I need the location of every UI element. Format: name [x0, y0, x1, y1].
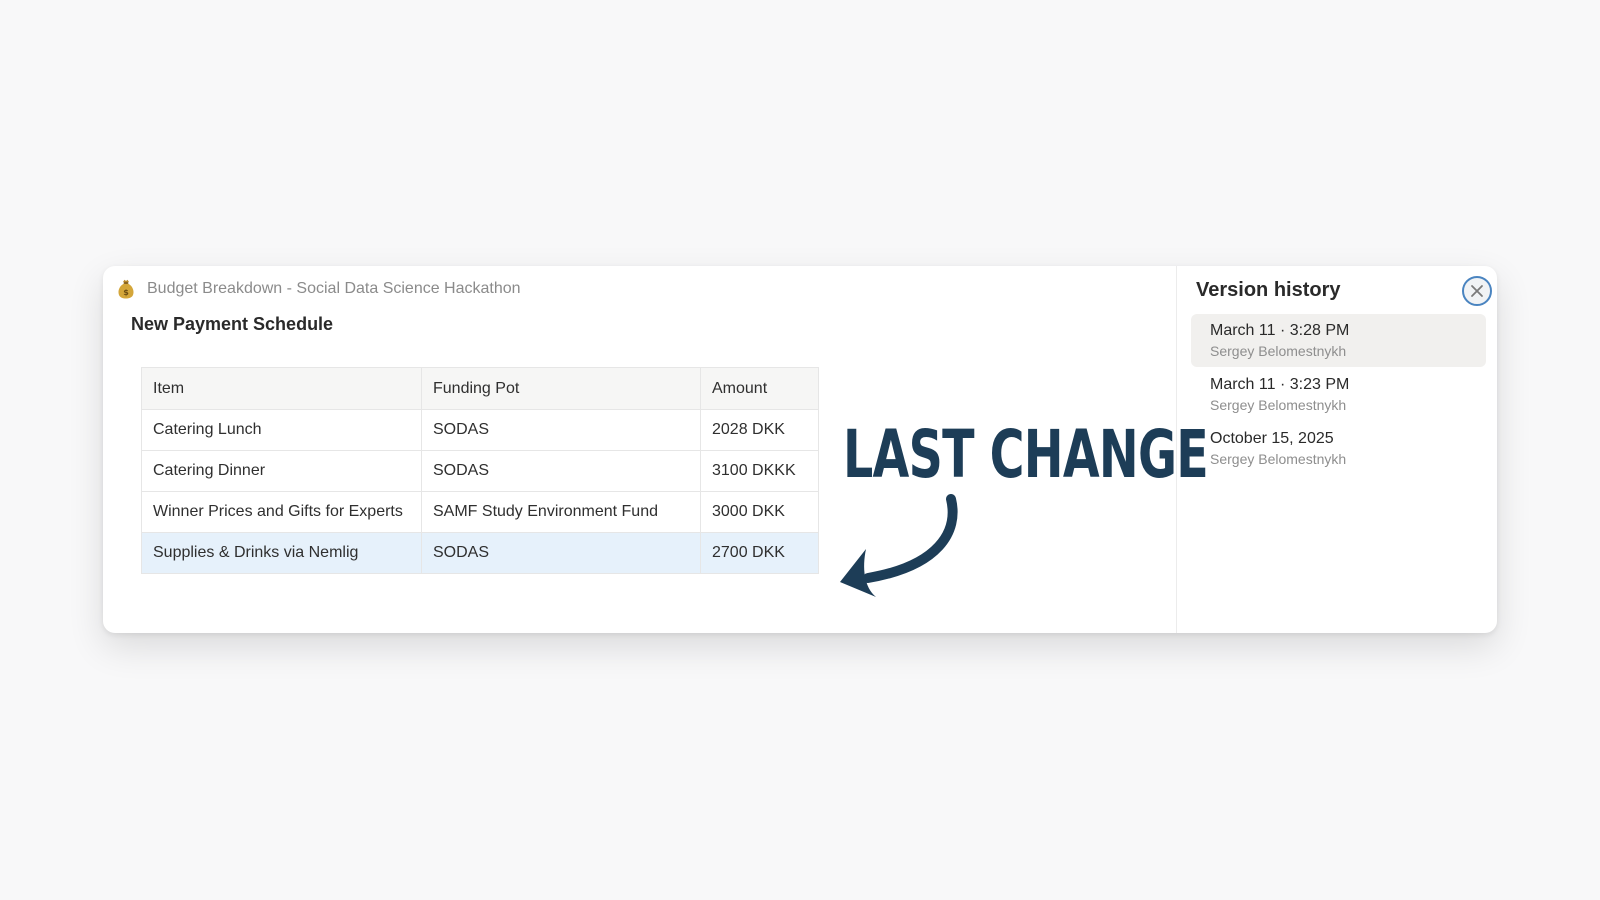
- version-date: March 11 · 3:28 PM: [1210, 322, 1350, 339]
- breadcrumb-title: Budget Breakdown - Social Data Science H…: [147, 280, 521, 297]
- page-title: New Payment Schedule: [131, 314, 334, 334]
- document-preview: $ Budget Breakdown - Social Data Science…: [103, 266, 1209, 633]
- version-author: Sergey Belomestnykh: [1210, 451, 1347, 467]
- version-history-window: $ Budget Breakdown - Social Data Science…: [103, 266, 1497, 633]
- version-date: March 11 · 3:23 PM: [1210, 376, 1350, 393]
- table-row: Catering Lunch SODAS 2028 DKK: [141, 409, 819, 451]
- cell-amount[interactable]: 2028 DKK: [700, 409, 819, 451]
- cell-item[interactable]: Winner Prices and Gifts for Experts: [141, 491, 422, 533]
- svg-text:$: $: [123, 288, 129, 297]
- table-row: Catering Dinner SODAS 3100 DKKK: [141, 450, 819, 492]
- cell-amount[interactable]: 2700 DKK: [700, 532, 819, 574]
- table-header-row: Item Funding Pot Amount: [141, 367, 819, 410]
- close-icon: [1471, 285, 1483, 297]
- cell-item[interactable]: Supplies & Drinks via Nemlig: [141, 532, 422, 574]
- cell-funding-pot[interactable]: SAMF Study Environment Fund: [421, 491, 701, 533]
- column-header-funding-pot[interactable]: Funding Pot: [421, 367, 701, 410]
- breadcrumb[interactable]: $ Budget Breakdown - Social Data Science…: [117, 278, 521, 300]
- cell-funding-pot[interactable]: SODAS: [421, 450, 701, 492]
- version-item[interactable]: March 11 · 3:23 PM Sergey Belomestnykh: [1191, 368, 1486, 421]
- version-item[interactable]: October 15, 2025 Sergey Belomestnykh: [1191, 422, 1486, 475]
- cell-item[interactable]: Catering Dinner: [141, 450, 422, 492]
- table-row: Winner Prices and Gifts for Experts SAMF…: [141, 491, 819, 533]
- version-author: Sergey Belomestnykh: [1210, 343, 1347, 359]
- close-button[interactable]: [1462, 276, 1492, 306]
- curved-arrow-icon: [840, 494, 958, 597]
- version-author: Sergey Belomestnykh: [1210, 397, 1347, 413]
- payment-table: Item Funding Pot Amount Catering Lunch S…: [141, 367, 819, 574]
- stage: $ Budget Breakdown - Social Data Science…: [0, 0, 1600, 900]
- column-header-amount[interactable]: Amount: [700, 367, 819, 410]
- version-list: March 11 · 3:28 PM Sergey Belomestnykh M…: [1191, 314, 1486, 476]
- column-header-item[interactable]: Item: [141, 367, 422, 410]
- cell-item[interactable]: Catering Lunch: [141, 409, 422, 451]
- cell-amount[interactable]: 3100 DKKK: [700, 450, 819, 492]
- version-history-title: Version history: [1196, 279, 1341, 301]
- cell-funding-pot[interactable]: SODAS: [421, 532, 701, 574]
- money-bag-icon: $: [117, 279, 135, 299]
- version-history-panel: Version history March 11 · 3:28 PM Serge…: [1176, 266, 1497, 633]
- cell-amount[interactable]: 3000 DKK: [700, 491, 819, 533]
- version-date: October 15, 2025: [1210, 430, 1334, 447]
- table-row-highlighted: Supplies & Drinks via Nemlig SODAS 2700 …: [141, 532, 819, 574]
- cell-funding-pot[interactable]: SODAS: [421, 409, 701, 451]
- last-change-annotation: LAST CHANGE: [843, 416, 1209, 493]
- version-item-selected[interactable]: March 11 · 3:28 PM Sergey Belomestnykh: [1191, 314, 1486, 367]
